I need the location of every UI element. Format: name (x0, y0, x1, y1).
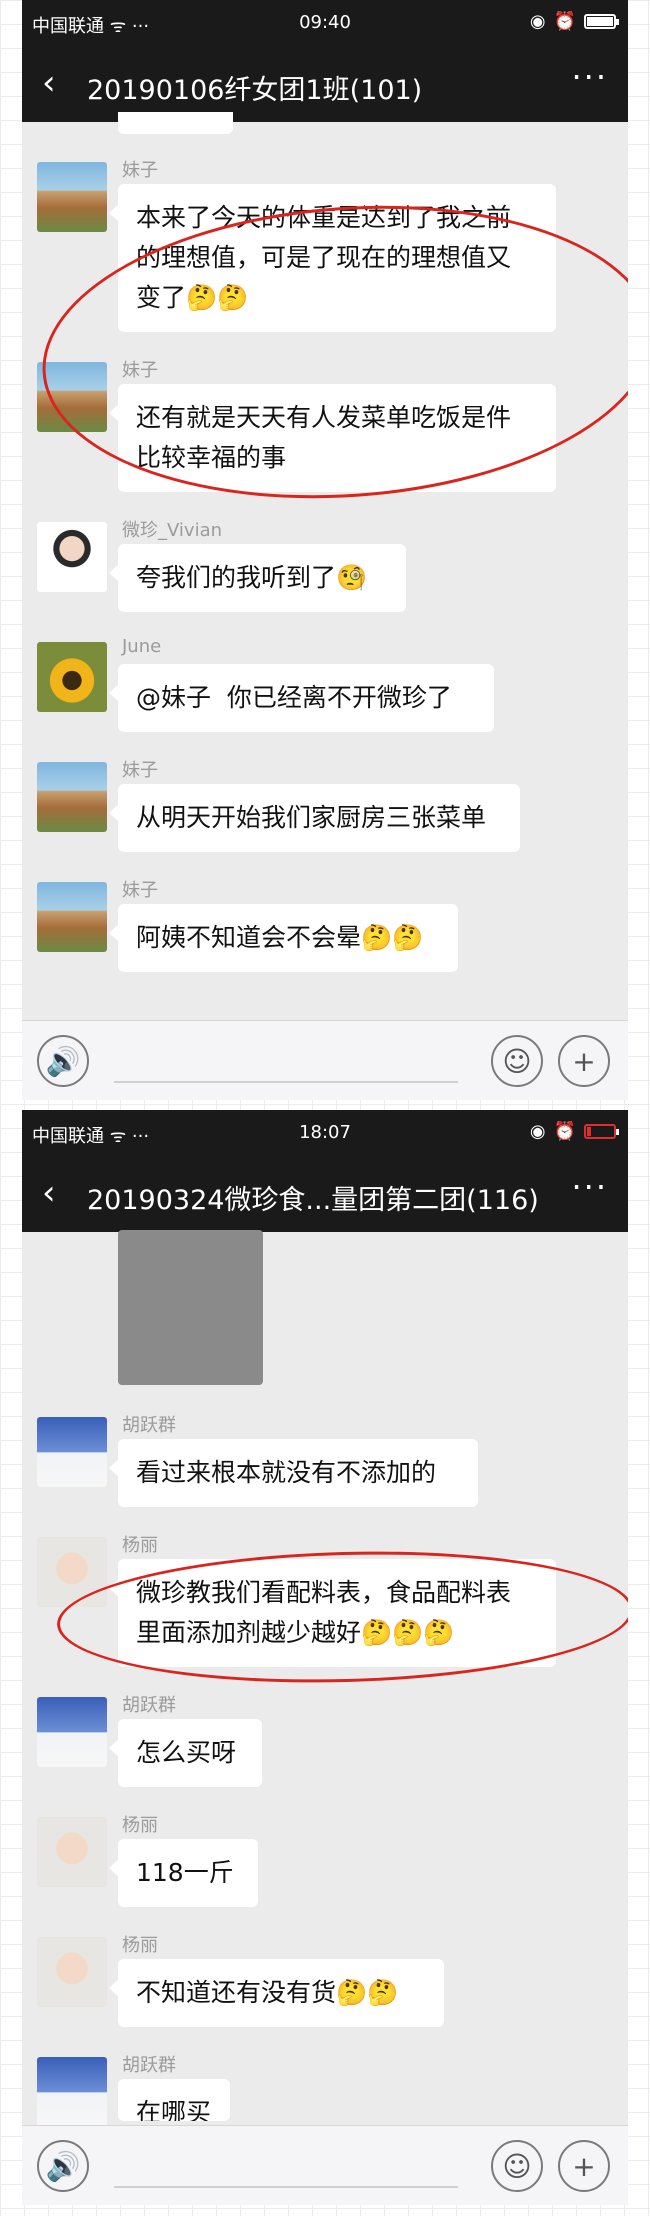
sender-name: 杨丽 (122, 1935, 158, 1956)
avatar[interactable] (37, 522, 107, 592)
chat-title: 20190324微珍食...量团第二团(116) (87, 1185, 539, 1216)
chat-header: ‹ 20190106纤女团1班(101) ··· (22, 46, 628, 122)
message-bubble[interactable]: 微珍教我们看配料表，食品配料表 里面添加剂越少越好🤔🤔🤔 (109, 1559, 556, 1667)
plus-icon[interactable]: + (558, 2140, 610, 2192)
alarm-icon: ⏰ (553, 1121, 576, 1142)
avatar[interactable] (37, 362, 107, 432)
avatar[interactable] (37, 882, 107, 952)
back-icon[interactable]: ‹ (42, 1174, 56, 1212)
chat-screenshot-1: 中国联通 ᯤ ··· 09:40 ◉ ⏰ ‹ 20190106纤女团1班(101… (22, 0, 628, 1100)
message-bubble[interactable]: 看过来根本就没有不添加的 (109, 1439, 478, 1507)
sender-name: June (122, 636, 162, 657)
status-bar: 中国联通 ᯤ ··· 09:40 ◉ ⏰ (22, 0, 628, 46)
message-bubble[interactable]: 118一斤 (109, 1839, 258, 1907)
sender-name: 胡跃群 (122, 1695, 176, 1716)
avatar[interactable] (37, 1417, 107, 1487)
battery-icon (584, 14, 619, 29)
sender-name: 胡跃群 (122, 2055, 176, 2076)
avatar[interactable] (37, 1537, 107, 1607)
emoji-icon[interactable]: ☺ (491, 2140, 543, 2192)
sender-name: 杨丽 (122, 1535, 158, 1556)
message-input[interactable] (114, 1081, 458, 1083)
sender-name: 妹子 (122, 760, 158, 781)
chat-header: ‹ 20190324微珍食...量团第二团(116) ··· (22, 1156, 628, 1232)
message-bubble[interactable]: 阿姨不知道会不会晕🤔🤔 (109, 904, 458, 972)
message-bubble[interactable]: 还有就是天天有人发菜单吃饭是件 比较幸福的事 (109, 384, 556, 492)
message-bubble[interactable]: 从明天开始我们家厨房三张菜单 (109, 784, 520, 852)
message-bubble[interactable]: 夸我们的我听到了🧐 (109, 544, 406, 612)
input-bar: 🔊 ☺ + (22, 2125, 628, 2205)
more-icon[interactable]: ··· (571, 1168, 608, 1206)
vibrate-icon: ◉ (529, 1121, 546, 1142)
chat-screenshot-2: 中国联通 ᯤ ··· 18:07 ◉ ⏰ ‹ 20190324微珍食...量团第… (22, 1110, 628, 2205)
sender-name: 微珍_Vivian (122, 520, 223, 541)
alarm-icon: ⏰ (553, 11, 576, 32)
back-icon[interactable]: ‹ (42, 64, 56, 102)
image-message[interactable] (118, 1230, 263, 1385)
sender-name: 妹子 (122, 880, 158, 901)
message-bubble[interactable]: @妹子 你已经离不开微珍了 (109, 664, 494, 732)
voice-icon[interactable]: 🔊 (37, 2140, 89, 2192)
voice-icon[interactable]: 🔊 (37, 1035, 89, 1087)
avatar[interactable] (37, 642, 107, 712)
avatar[interactable] (37, 1697, 107, 1767)
emoji-icon[interactable]: ☺ (491, 1035, 543, 1087)
sender-name: 杨丽 (122, 1815, 158, 1836)
vibrate-icon: ◉ (529, 11, 546, 32)
input-bar: 🔊 ☺ + (22, 1020, 628, 1100)
more-icon[interactable]: ··· (571, 58, 608, 96)
sender-name: 妹子 (122, 160, 158, 181)
sender-name: 胡跃群 (122, 1415, 176, 1436)
battery-icon (584, 1124, 619, 1139)
avatar[interactable] (37, 2057, 107, 2127)
plus-icon[interactable]: + (558, 1035, 610, 1087)
partial-bubble (118, 112, 233, 134)
message-input[interactable] (114, 2186, 458, 2188)
message-bubble[interactable]: 不知道还有没有货🤔🤔 (109, 1959, 444, 2027)
status-bar: 中国联通 ᯤ ··· 18:07 ◉ ⏰ (22, 1110, 628, 1156)
message-bubble[interactable]: 怎么买呀 (109, 1719, 262, 1787)
avatar[interactable] (37, 762, 107, 832)
message-bubble[interactable]: 在哪买 (118, 2079, 230, 2121)
avatar[interactable] (37, 162, 107, 232)
message-bubble[interactable]: 本来了今天的体重是达到了我之前 的理想值，可是了现在的理想值又 变了🤔🤔 (109, 184, 556, 332)
chat-title: 20190106纤女团1班(101) (87, 75, 423, 106)
sender-name: 妹子 (122, 360, 158, 381)
avatar[interactable] (37, 1817, 107, 1887)
avatar[interactable] (37, 1937, 107, 2007)
